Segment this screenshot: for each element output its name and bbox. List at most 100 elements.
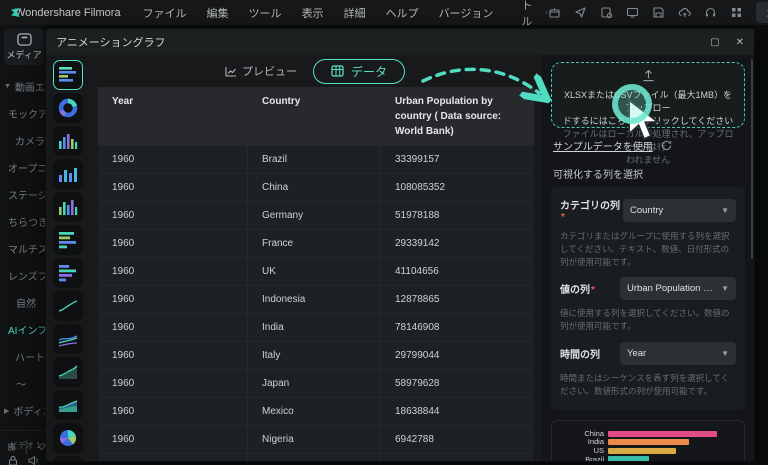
table-row[interactable]: 1960 Mexico 18638844 <box>98 398 534 426</box>
table-row[interactable]: 1960 Nigeria 6942788 <box>98 426 534 454</box>
sidebar-item-8[interactable]: 自然 <box>14 289 45 316</box>
sidebar-item-10[interactable]: ハート <box>14 343 45 370</box>
sidebar-item-0[interactable]: ▼動画エフェ <box>4 73 45 100</box>
apps-grid-icon[interactable] <box>730 6 743 19</box>
lock-icon[interactable] <box>8 455 18 465</box>
table-cell: 1960 <box>98 370 248 397</box>
table-cell: 1960 <box>98 174 248 201</box>
sidebar-item-5[interactable]: ちらつき <box>8 208 45 235</box>
dropdown-2[interactable]: Year ▼ <box>620 341 736 365</box>
mini-bar-label: China <box>584 428 604 438</box>
dialog-maximize-button[interactable]: ▢ <box>710 37 719 48</box>
table-cell: 1960 <box>98 454 248 461</box>
table-cell: 1960 <box>98 314 248 341</box>
column-header-2: Urban Population by country ( Data sourc… <box>395 96 502 137</box>
sidebar-item-label: 動画エフェ <box>14 83 45 94</box>
menu-1[interactable]: 編集 <box>207 5 229 21</box>
bar-vertical-blue-icon <box>59 168 77 182</box>
chart-type-bar-vertical-blue[interactable] <box>53 159 83 189</box>
sidebar-item-12[interactable]: ▶ボディエフ <box>4 397 45 424</box>
headset-icon[interactable] <box>704 6 717 19</box>
chart-type-gauge[interactable] <box>53 456 83 461</box>
table-row[interactable]: 1960 Indonesia 12878865 <box>98 286 534 314</box>
chart-type-bar-vertical-multi[interactable] <box>53 126 83 156</box>
effect-category-list: ▼動画エフェモックアッカメラオープニンステージちらつきマルチスクレンズフレ自然 A… <box>0 73 45 424</box>
sidebar-item-4[interactable]: ステージ <box>8 181 45 208</box>
sidebar-item-11[interactable]: 〜 <box>14 370 45 397</box>
table-header-row: Year Country Urban Population by country (… <box>98 87 534 146</box>
dropdown-0[interactable]: Country ▼ <box>623 198 736 222</box>
use-sample-data-link[interactable]: サンプルデータを使用 <box>553 138 653 153</box>
chart-type-rail <box>46 55 90 461</box>
plugin-icon[interactable] <box>548 6 561 19</box>
mini-bar-track <box>608 456 736 461</box>
table-row[interactable]: 1960 Japan 58979628 <box>98 370 534 398</box>
track-controls <box>8 455 45 465</box>
mini-bar-label: Brazil <box>585 454 604 461</box>
menu-3[interactable]: 表示 <box>302 5 324 21</box>
chart-type-donut[interactable] <box>53 93 83 123</box>
table-row[interactable]: 1960 China 108085352 <box>98 174 534 202</box>
table-row[interactable]: 1960 Italy 29799044 <box>98 342 534 370</box>
area-icon <box>58 365 78 379</box>
table-row[interactable]: 1960 France 29339142 <box>98 230 534 258</box>
menu-2[interactable]: ツール <box>249 5 282 21</box>
save-icon[interactable] <box>652 6 665 19</box>
chart-type-area[interactable] <box>53 357 83 387</box>
chart-type-bar-vertical-mixed[interactable] <box>53 192 83 222</box>
table-row[interactable]: 1960 UK 41104656 <box>98 258 534 286</box>
chart-type-line-multi[interactable] <box>53 324 83 354</box>
panel-scrollbar[interactable] <box>751 59 753 259</box>
table-cell: 41104656 <box>395 266 439 277</box>
chart-type-area-stacked[interactable] <box>53 390 83 420</box>
cloud-upload-icon[interactable] <box>678 6 692 19</box>
sidebar-item-6[interactable]: マルチスク <box>8 235 45 262</box>
table-row[interactable]: 1960 Brazil 33399157 <box>98 146 534 174</box>
sidebar-item-label: マルチスク <box>8 245 45 256</box>
mini-bar <box>608 456 649 461</box>
export-button[interactable]: エクスポート <box>756 2 768 23</box>
tab-media-label: メディア <box>6 50 42 60</box>
chart-type-bar-horizontal-2[interactable] <box>53 225 83 255</box>
display-icon[interactable] <box>626 6 639 19</box>
field-description: カテゴリまたはグループに使用する列を選択してください。テキスト、数値、日付形式の… <box>560 231 730 267</box>
sidebar-item-1[interactable]: モックアッ <box>8 100 45 127</box>
dropdown-1[interactable]: Urban Population by count... ▼ <box>620 277 736 301</box>
tab-media[interactable]: メディア <box>4 29 44 65</box>
table-cell: 29339142 <box>395 238 440 249</box>
sidebar-item-label: ちらつき <box>8 218 45 229</box>
sidebar-item-9[interactable]: AIインフォ <box>8 316 45 343</box>
chart-type-bar-horizontal[interactable] <box>53 60 83 90</box>
table-cell: 18638844 <box>395 406 440 417</box>
menu-4[interactable]: 詳細 <box>344 5 366 21</box>
sidebar-item-7[interactable]: レンズフレ <box>8 262 45 289</box>
table-cell: 6942788 <box>395 434 434 445</box>
sidebar-item-label: ハート <box>15 353 45 364</box>
share-icon[interactable] <box>574 6 587 19</box>
table-row[interactable]: 1960Pakistan10103586 <box>98 454 534 461</box>
table-cell: 1960 <box>98 286 248 313</box>
bar-horizontal-3-icon <box>59 265 76 282</box>
menu-5[interactable]: ヘルプ <box>386 5 419 21</box>
view-toggle: プレビュー データ <box>94 57 536 85</box>
sidebar-item-label: モックアッ <box>8 110 45 121</box>
dialog-close-button[interactable]: ✕ <box>736 37 744 48</box>
menu-6[interactable]: バージョン <box>439 5 494 21</box>
chevron-down-icon: ▼ <box>4 83 11 90</box>
project-doc-icon[interactable] <box>600 6 613 19</box>
sidebar-item-2[interactable]: カメラ <box>14 127 45 154</box>
refresh-icon[interactable] <box>661 140 672 151</box>
chart-type-pie[interactable] <box>53 423 83 453</box>
table-cell: India <box>248 314 381 341</box>
sidebar-item-label: オープニン <box>8 164 45 175</box>
column-select-title: 可視化する列を選択 <box>553 170 643 181</box>
preview-tab[interactable]: プレビュー <box>225 63 297 79</box>
speaker-icon[interactable] <box>28 455 40 465</box>
table-row[interactable]: 1960 Germany 51978188 <box>98 202 534 230</box>
data-tab[interactable]: データ <box>312 58 405 84</box>
table-row[interactable]: 1960 India 78146908 <box>98 314 534 342</box>
sidebar-item-3[interactable]: オープニン <box>8 154 45 181</box>
chart-type-line[interactable] <box>53 291 83 321</box>
menu-0[interactable]: ファイル <box>143 5 187 21</box>
chart-type-bar-horizontal-3[interactable] <box>53 258 83 288</box>
